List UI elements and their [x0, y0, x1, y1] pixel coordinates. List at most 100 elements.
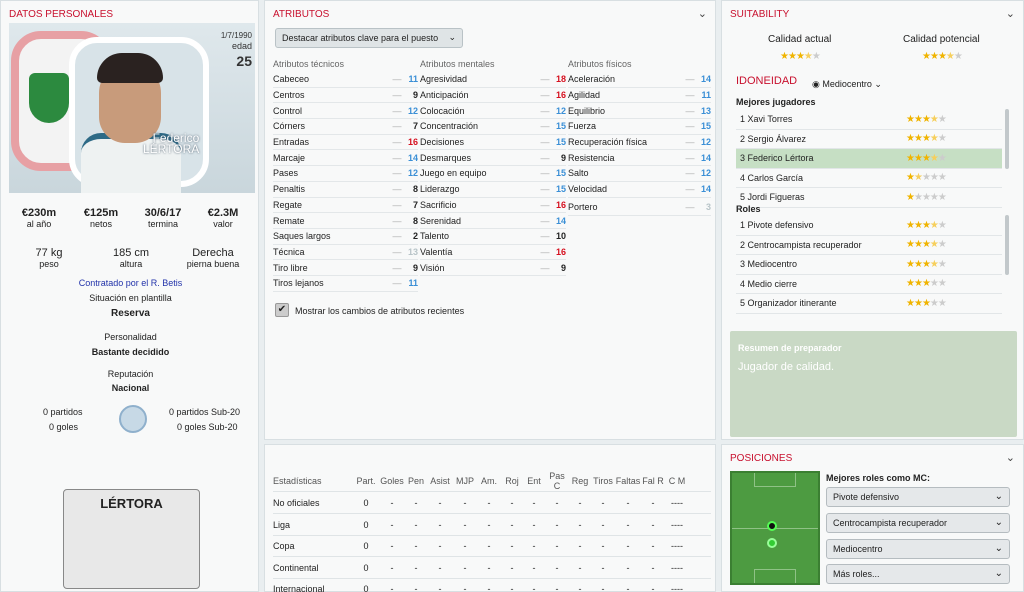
list-item[interactable]: 4 Medio cierre ★★★★★	[736, 275, 1002, 294]
list-item[interactable]: 2 Centrocampista recuperador ★★★★★	[736, 236, 1002, 255]
rating-stars: ★★★★★	[906, 220, 947, 231]
table-cell: -	[510, 584, 514, 592]
star-icon: ★	[913, 172, 923, 184]
table-cell: -	[601, 562, 605, 573]
national-team-badge-icon[interactable]	[119, 405, 147, 433]
rating-stars: ★★★★★	[906, 191, 947, 203]
list-item[interactable]: 5 Jordi Figueras ★★★★★	[736, 188, 1002, 208]
role-dropdown[interactable]: Mediocentro ⌄	[826, 539, 1010, 559]
star-icon: ★	[929, 133, 939, 145]
attribute-value: 18	[555, 74, 566, 85]
best-scrollbar[interactable]	[1005, 109, 1009, 169]
roles-scrollbar[interactable]	[1005, 215, 1009, 275]
attribute-row: Portero — 3	[568, 200, 711, 216]
list-item[interactable]: 5 Organizador itinerante ★★★★★	[736, 294, 1002, 314]
role-dropdown[interactable]: Pivote defensivo ⌄	[826, 487, 1010, 507]
attribute-value: 12	[700, 137, 711, 148]
star-icon: ★	[913, 191, 923, 203]
role-selector[interactable]: ◉ Mediocentro ⌄	[812, 79, 882, 90]
trend-dash: —	[540, 152, 550, 163]
table-cell: -	[626, 519, 630, 530]
list-item[interactable]: 3 Mediocentro ★★★★★	[736, 255, 1002, 275]
chevron-down-icon[interactable]: ⌄	[1006, 451, 1015, 464]
column-header: Pas C	[549, 471, 565, 491]
attribute-value: 12	[700, 168, 711, 179]
attribute-name: Anticipación	[420, 90, 469, 101]
table-cell: 0	[363, 498, 369, 508]
attribute-name: Regate	[273, 199, 303, 210]
attribute-value: 15	[555, 184, 566, 195]
player-card[interactable]: LÉRTORA	[63, 489, 200, 589]
table-row: No oficiales 0- - - - - - - - - - - - ----	[273, 493, 711, 514]
table-cell: -	[555, 519, 559, 530]
trend-dash: —	[685, 90, 695, 101]
chevron-down-icon: ⌄	[994, 543, 1003, 554]
table-cell: 0	[363, 584, 369, 592]
column-header: Roj	[505, 476, 519, 486]
table-cell: ----	[671, 498, 683, 508]
recent-changes-checkbox[interactable]: ✔	[275, 303, 289, 317]
attribute-name: Penaltis	[273, 184, 306, 195]
attribute-name: Concentración	[420, 121, 479, 132]
table-cell: -	[487, 541, 491, 551]
attribute-name: Desmarques	[420, 152, 472, 163]
table-cell: -	[532, 562, 536, 573]
list-item[interactable]: 3 Federico Lértora ★★★★★	[736, 149, 1002, 169]
attribute-value: 13	[407, 246, 418, 257]
attribute-name: Juego en equipo	[420, 168, 487, 179]
star-icon: ★	[811, 51, 821, 62]
position-pitch	[730, 471, 820, 585]
column-header: Estadísticas	[273, 476, 322, 486]
contract-link[interactable]: Contratado por el R. Betis	[1, 278, 260, 288]
column-header: Ent	[527, 476, 541, 486]
trend-dash: —	[540, 246, 550, 257]
list-item[interactable]: 1 Xavi Torres ★★★★★	[736, 110, 1002, 130]
best-roles-label: Mejores roles como MC:	[826, 473, 931, 483]
trend-dash: —	[392, 199, 402, 210]
star-icon: ★	[906, 113, 915, 125]
table-cell: Internacional	[273, 584, 325, 592]
list-item[interactable]: 2 Sergio Álvarez ★★★★★	[736, 130, 1002, 149]
attribute-row: Resistencia — 14	[568, 150, 711, 167]
list-item[interactable]: 1 Pivote defensivo ★★★★★	[736, 216, 1002, 236]
reputation-value: Nacional	[111, 383, 150, 393]
trend-dash: —	[685, 184, 695, 195]
trend-dash: —	[685, 152, 695, 163]
star-icon: ★	[929, 239, 939, 251]
table-cell: -	[414, 541, 418, 551]
attribute-row: Fuerza — 15	[568, 119, 711, 135]
more-roles-dropdown[interactable]: Más roles... ⌄	[826, 564, 1010, 584]
attribute-name: Agilidad	[568, 90, 601, 101]
role-dropdown[interactable]: Centrocampista recuperador ⌄	[826, 513, 1010, 533]
attribute-value: 10	[555, 231, 566, 242]
attributes-panel: ATRIBUTOS ⌄ Destacar atributos clave par…	[264, 0, 716, 440]
trend-dash: —	[685, 74, 695, 85]
chevron-down-icon[interactable]: ⌄	[698, 7, 707, 20]
attribute-value: 11	[408, 278, 418, 289]
column-header: Reg	[571, 476, 589, 486]
attribute-value: 2	[412, 231, 418, 242]
attribute-value: 16	[555, 199, 566, 210]
highlight-dropdown[interactable]: Destacar atributos clave para el puesto ⌄	[275, 28, 463, 48]
trend-dash: —	[392, 262, 402, 273]
trend-dash: —	[392, 246, 402, 257]
trend-dash: —	[540, 137, 550, 148]
table-cell: -	[626, 562, 630, 573]
chevron-down-icon[interactable]: ⌄	[1006, 7, 1015, 20]
table-cell: -	[438, 562, 442, 573]
attribute-value: 7	[412, 199, 418, 210]
attribute-row: Saques largos — 2	[273, 229, 418, 245]
table-cell: -	[414, 562, 418, 573]
attribute-value: 16	[407, 137, 418, 148]
attribute-value: 14	[700, 184, 711, 195]
age-value: 25	[236, 53, 252, 69]
list-item[interactable]: 4 Carlos García ★★★★★	[736, 169, 1002, 188]
eye-icon: ◉	[812, 79, 823, 89]
current-ability-label: Calidad actual	[768, 34, 832, 45]
table-cell: -	[414, 498, 418, 508]
star-icon: ★	[906, 297, 915, 309]
attribute-name: Salto	[568, 168, 589, 179]
table-cell: -	[578, 562, 582, 573]
trend-dash: —	[392, 278, 402, 289]
star-icon: ★	[906, 239, 915, 251]
